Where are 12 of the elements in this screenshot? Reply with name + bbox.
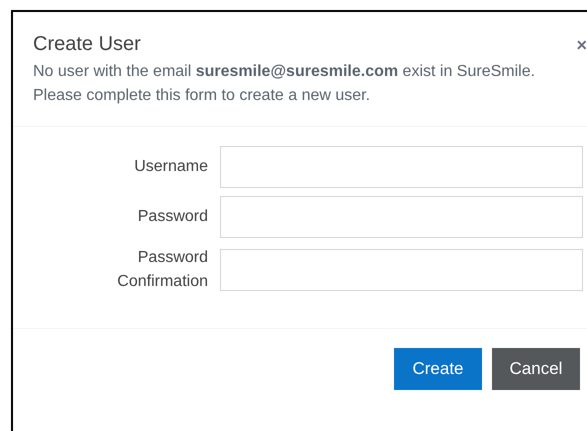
create-button[interactable]: Create <box>394 348 482 390</box>
dialog-title: Create User <box>33 32 142 57</box>
field-label: Username <box>133 157 208 177</box>
close-button[interactable]: × <box>576 36 587 54</box>
input-field[interactable] <box>220 196 583 238</box>
cancel-button[interactable]: Cancel <box>492 348 580 390</box>
message-text: No user with the email suresmile@suresmile.com exist in SureSmile. <box>33 62 536 82</box>
field-label: Password <box>136 207 208 227</box>
field-label: Password Confirmation <box>116 248 208 292</box>
message-text: Please complete this form to create a new user. <box>33 86 372 106</box>
input-field[interactable] <box>220 146 583 188</box>
input-field[interactable] <box>220 249 583 291</box>
